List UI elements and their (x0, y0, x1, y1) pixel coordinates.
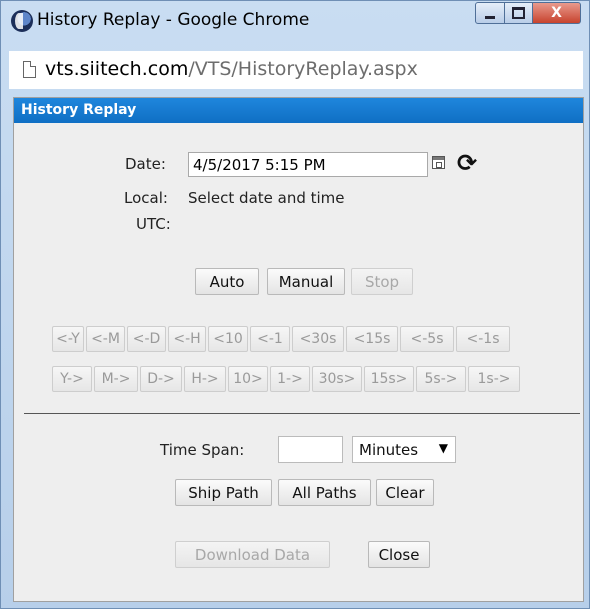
forward-hour-button[interactable]: H-> (184, 366, 226, 392)
back-1-button[interactable]: <-1 (250, 326, 290, 352)
close-button[interactable]: Close (368, 541, 430, 568)
forward-day-button[interactable]: D-> (140, 366, 182, 392)
page-icon (23, 61, 36, 78)
browser-window: History Replay - Google Chrome X vts.sii… (0, 0, 590, 609)
back-month-button[interactable]: <-M (86, 326, 125, 352)
calendar-icon[interactable] (432, 156, 445, 169)
forward-15s-button[interactable]: 15s> (364, 366, 414, 392)
stop-button[interactable]: Stop (351, 268, 413, 295)
forward-30s-button[interactable]: 30s> (312, 366, 362, 392)
divider (24, 413, 580, 414)
minimize-button[interactable] (475, 2, 505, 24)
manual-button[interactable]: Manual (267, 268, 345, 295)
close-icon: X (551, 5, 562, 21)
time-span-label: Time Span: (160, 441, 245, 459)
utc-label: UTC: (136, 215, 171, 233)
back-10-button[interactable]: <10 (208, 326, 248, 352)
refresh-icon[interactable]: ⟳ (454, 150, 480, 176)
back-15s-button[interactable]: <15s (346, 326, 398, 352)
back-day-button[interactable]: <-D (127, 326, 166, 352)
forward-year-button[interactable]: Y-> (52, 366, 92, 392)
maximize-icon (512, 7, 525, 19)
forward-1s-button[interactable]: 1s-> (468, 366, 520, 392)
clear-button[interactable]: Clear (376, 479, 434, 506)
minimize-icon (485, 15, 495, 19)
forward-month-button[interactable]: M-> (94, 366, 138, 392)
url-text[interactable]: vts.siitech.com/VTS/HistoryReplay.aspx (45, 58, 418, 80)
local-label: Local: (124, 189, 168, 207)
chrome-app-icon (11, 10, 33, 32)
window-title: History Replay - Google Chrome (37, 10, 310, 30)
url-path: /VTS/HistoryReplay.aspx (188, 58, 418, 80)
forward-1-button[interactable]: 1-> (270, 366, 310, 392)
back-year-button[interactable]: <-Y (52, 326, 84, 352)
dropdown-arrow-icon: ▼ (438, 441, 448, 455)
address-bar[interactable]: vts.siitech.com/VTS/HistoryReplay.aspx (9, 51, 583, 89)
ship-path-button[interactable]: Ship Path (175, 479, 272, 506)
download-data-button[interactable]: Download Data (175, 541, 330, 568)
url-host: vts.siitech.com (45, 58, 189, 80)
window-controls: X (475, 2, 581, 27)
back-hour-button[interactable]: <-H (168, 326, 206, 352)
time-span-input[interactable] (278, 436, 343, 463)
back-1s-button[interactable]: <-1s (456, 326, 510, 352)
forward-10-button[interactable]: 10> (228, 366, 268, 392)
close-window-button[interactable]: X (533, 2, 581, 24)
time-unit-select[interactable]: Minutes ▼ (352, 436, 456, 463)
back-30s-button[interactable]: <30s (292, 326, 344, 352)
date-input[interactable] (188, 152, 428, 177)
maximize-button[interactable] (505, 2, 533, 24)
local-value: Select date and time (188, 189, 345, 207)
all-paths-button[interactable]: All Paths (278, 479, 371, 506)
date-label: Date: (125, 155, 166, 173)
dialog-title: History Replay (14, 98, 583, 123)
history-replay-dialog: History Replay Date: ⟳ Local: Select dat… (13, 97, 584, 602)
forward-5s-button[interactable]: 5s-> (416, 366, 466, 392)
back-5s-button[interactable]: <-5s (400, 326, 454, 352)
window-titlebar[interactable]: History Replay - Google Chrome X (1, 1, 589, 43)
auto-button[interactable]: Auto (195, 268, 259, 295)
time-unit-value: Minutes (359, 440, 419, 459)
